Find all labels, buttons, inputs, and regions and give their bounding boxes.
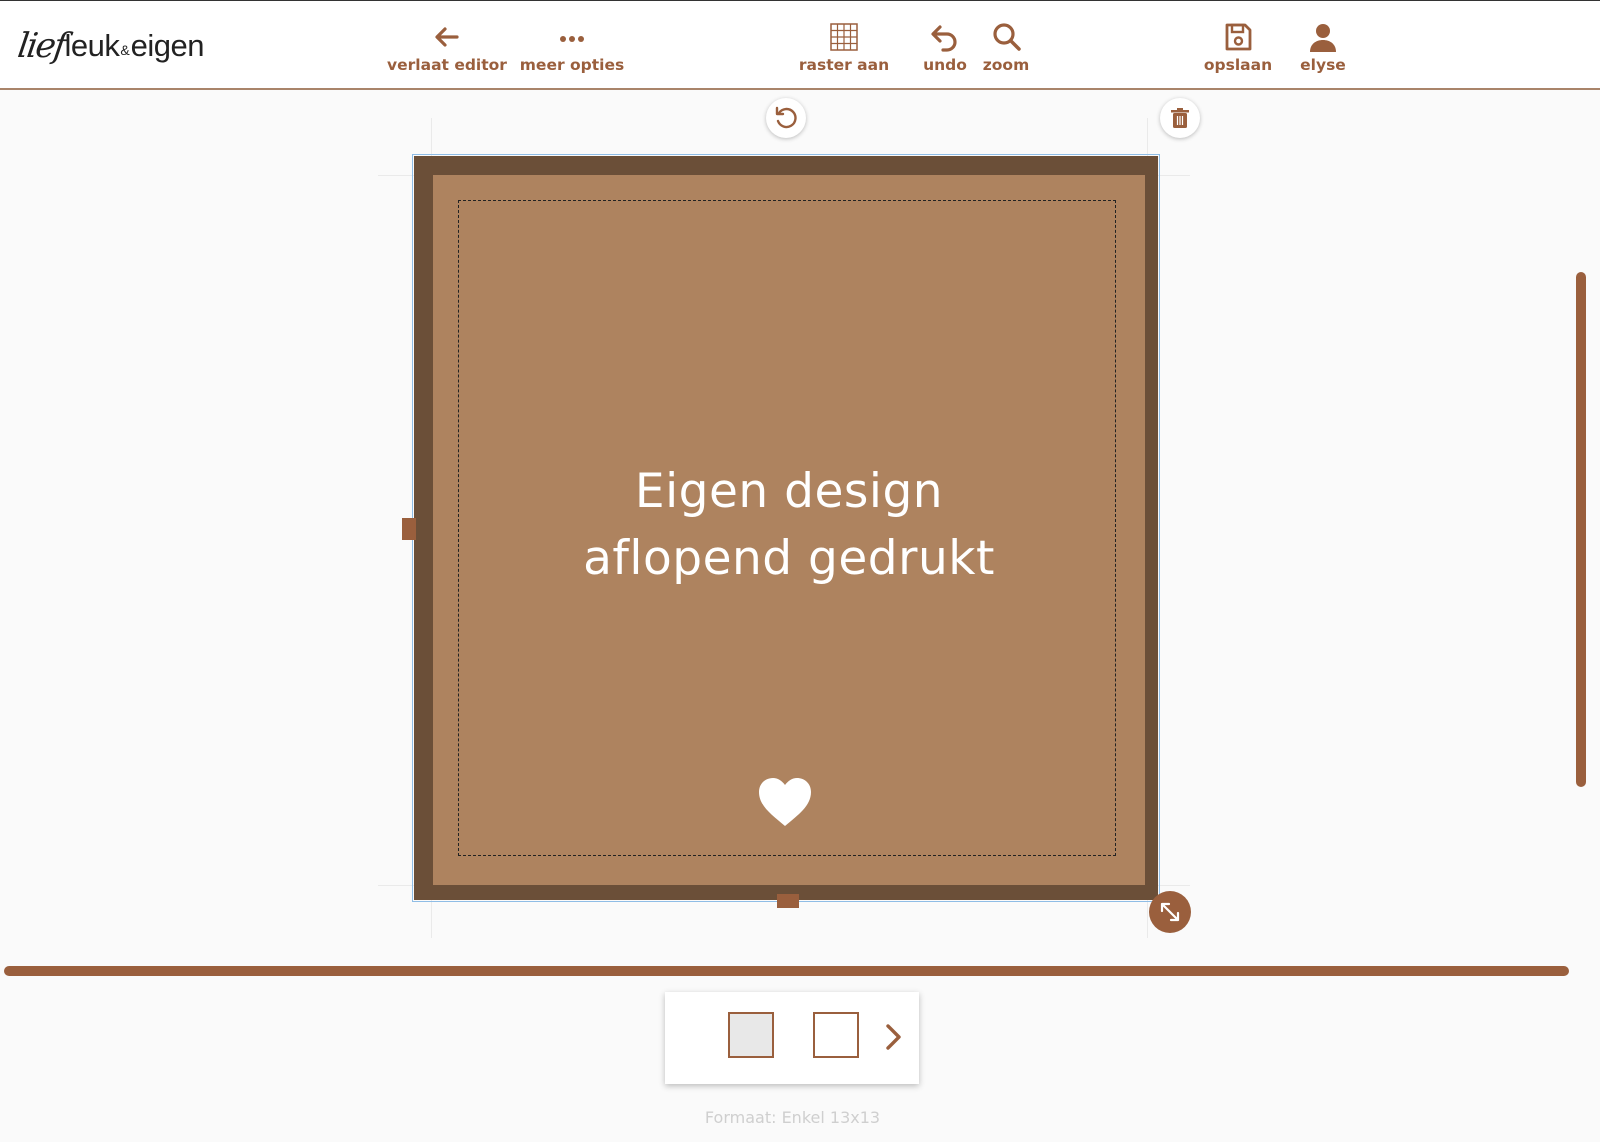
grid-icon bbox=[830, 23, 858, 51]
user-button[interactable]: elyse bbox=[1300, 21, 1346, 74]
horizontal-scrollbar[interactable] bbox=[4, 966, 1569, 976]
resize-button[interactable] bbox=[1149, 891, 1191, 933]
undo-icon bbox=[931, 25, 957, 52]
editor-toolbar: lief leuk & eigen verlaat editor meer op… bbox=[0, 0, 1600, 90]
logo-word-eigen: eigen bbox=[130, 28, 205, 63]
trash-icon bbox=[1171, 108, 1189, 128]
vertical-scrollbar[interactable] bbox=[1576, 272, 1586, 787]
search-icon bbox=[993, 23, 1021, 51]
more-options-label: meer opties bbox=[519, 56, 625, 74]
logo[interactable]: lief leuk & eigen bbox=[15, 11, 205, 81]
page-thumbnail-1[interactable] bbox=[728, 1012, 774, 1058]
user-icon bbox=[1309, 24, 1336, 52]
arrow-left-icon bbox=[435, 27, 459, 47]
resize-icon bbox=[1160, 902, 1180, 922]
user-label: elyse bbox=[1300, 56, 1346, 74]
page-thumbnail-2[interactable] bbox=[813, 1012, 859, 1058]
undo-button[interactable]: undo bbox=[923, 21, 967, 74]
bottom-resize-handle[interactable] bbox=[777, 894, 799, 908]
heart-icon[interactable] bbox=[756, 776, 814, 828]
floppy-disk-icon bbox=[1225, 23, 1252, 51]
leave-editor-button[interactable]: verlaat editor bbox=[387, 21, 507, 74]
left-resize-handle[interactable] bbox=[402, 518, 416, 540]
zoom-label: zoom bbox=[982, 56, 1030, 74]
zoom-button[interactable]: zoom bbox=[983, 21, 1029, 74]
save-button[interactable]: opslaan bbox=[1204, 21, 1272, 74]
logo-word-leuk: leuk bbox=[64, 28, 120, 63]
more-options-button[interactable]: meer opties bbox=[520, 21, 624, 74]
grid-toggle-button[interactable]: raster aan bbox=[799, 21, 889, 74]
logo-ampersand: & bbox=[120, 42, 130, 58]
chevron-right-icon[interactable] bbox=[883, 1022, 903, 1052]
rotate-icon bbox=[775, 106, 797, 129]
ellipsis-icon bbox=[559, 36, 584, 42]
delete-button[interactable] bbox=[1160, 98, 1200, 138]
undo-label: undo bbox=[923, 56, 967, 74]
card-text-line-2: aflopend gedrukt bbox=[583, 531, 995, 586]
save-label: opslaan bbox=[1203, 56, 1273, 74]
page-navigator bbox=[665, 992, 919, 1084]
rotate-button[interactable] bbox=[766, 98, 806, 138]
format-label: Formaat: Enkel 13x13 bbox=[704, 1108, 881, 1127]
card-text-line-1: Eigen design bbox=[634, 464, 944, 519]
logo-script: lief bbox=[15, 26, 68, 66]
card-text[interactable]: Eigen design aflopend gedrukt bbox=[433, 458, 1145, 592]
leave-editor-label: verlaat editor bbox=[387, 56, 507, 74]
grid-toggle-label: raster aan bbox=[798, 56, 890, 74]
